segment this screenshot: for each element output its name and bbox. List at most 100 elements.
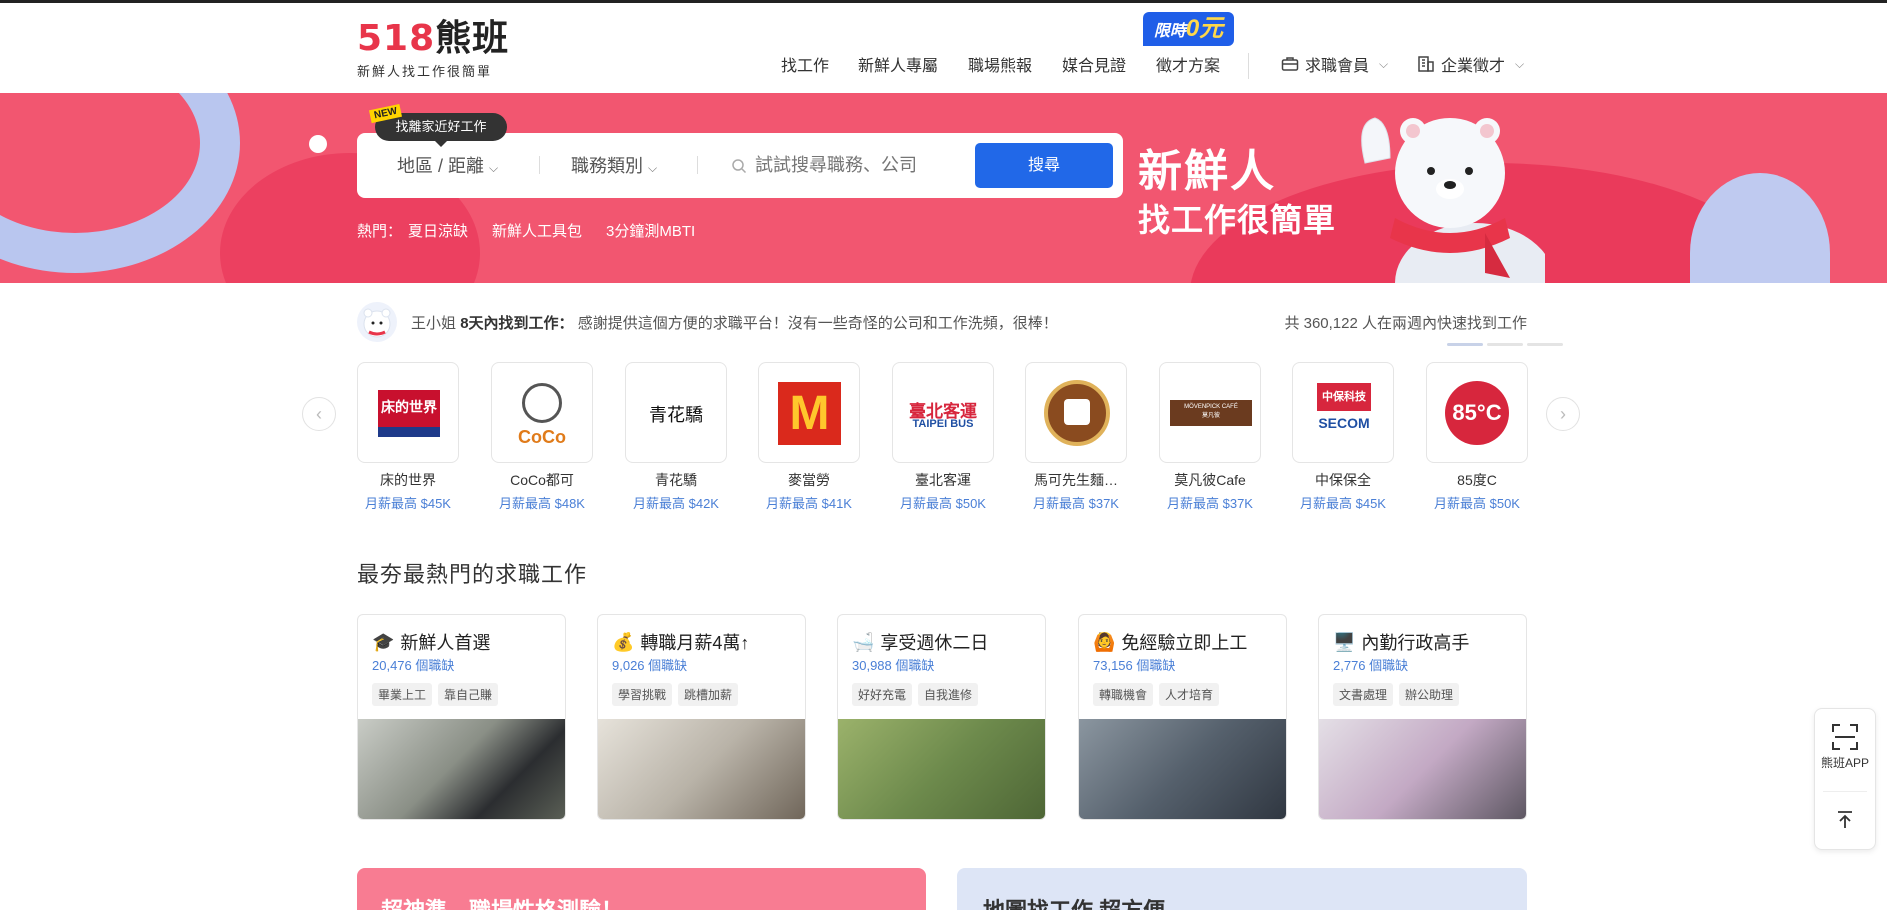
company-card[interactable]: 馬可先生麵… 月薪最高 $37K	[1025, 362, 1127, 512]
chevron-down-icon: ⌵	[1515, 56, 1525, 71]
category-photo	[838, 719, 1045, 819]
company-name: 麥當勞	[788, 472, 830, 488]
category-select[interactable]: 職務類別 ⌵	[571, 152, 657, 178]
category-title: 免經驗立即上工	[1121, 633, 1248, 653]
nav-career-news[interactable]: 職場熊報	[968, 52, 1032, 76]
search-icon	[732, 159, 747, 174]
category-photo	[358, 719, 565, 819]
category-tag[interactable]: 好好充電	[852, 683, 913, 706]
decor-dot	[309, 135, 327, 153]
company-card[interactable]: 中保科技 SECOM 中保保全 月薪最高 $45K	[1292, 362, 1394, 512]
hero-slogan-line2: 找工作很簡單	[1138, 202, 1337, 238]
search-button[interactable]: 搜尋	[975, 143, 1113, 188]
float-divider	[1823, 791, 1867, 792]
company-card[interactable]: 床的世界 床的世界 月薪最高 $45K	[357, 362, 459, 512]
floating-toolbar: 熊班APP	[1814, 708, 1876, 850]
search-divider	[697, 156, 698, 174]
search-input[interactable]	[755, 145, 985, 185]
category-tag[interactable]: 自我進修	[918, 683, 979, 706]
category-count: 2,776 個職缺	[1333, 658, 1409, 673]
company-card[interactable]: 青花驕 青花驕 月薪最高 $42K	[625, 362, 727, 512]
money-bag-icon: 💰	[612, 631, 635, 652]
hot-searches: 熱門： 夏日涼缺 新鮮人工具包 3分鐘測MBTI	[357, 220, 719, 241]
company-name: 臺北客運	[915, 472, 971, 488]
carousel-prev-button[interactable]: ‹	[302, 397, 336, 431]
category-card[interactable]: 🖥️ 內勤行政高手 2,776 個職缺 文書處理 辦公助理	[1318, 614, 1527, 820]
category-tag[interactable]: 人才培育	[1159, 683, 1220, 706]
movenpick-logo-en: MÖVENPICK CAFÉ	[1184, 404, 1238, 410]
company-card[interactable]: CoCo CoCo都可 月薪最高 $48K	[491, 362, 593, 512]
logo-number: 518	[357, 18, 436, 59]
category-title: 享受週休二日	[880, 633, 989, 653]
category-tag[interactable]: 靠自己賺	[438, 683, 499, 706]
testimonial-quote: 感謝提供這個方便的求職平台！沒有一些奇怪的公司和工作洗頻，很棒！	[577, 315, 1058, 332]
search-divider	[539, 156, 540, 174]
header: 518熊班 新鮮人找工作很簡單 找工作 新鮮人專屬 職場熊報 媒合見證 徵才方案…	[0, 3, 1887, 93]
logo[interactable]: 518熊班 新鮮人找工作很簡單	[357, 19, 509, 80]
category-tag[interactable]: 文書處理	[1333, 683, 1394, 706]
hot-link[interactable]: 3分鐘測MBTI	[606, 223, 695, 240]
carousel-next-button[interactable]: ›	[1546, 397, 1580, 431]
category-card[interactable]: 🛁 享受週休二日 30,988 個職缺 好好充電 自我進修	[837, 614, 1046, 820]
company-logo: 床的世界	[357, 362, 459, 463]
qr-scan-icon	[1832, 724, 1858, 750]
category-photo	[1079, 719, 1286, 819]
category-card[interactable]: 💰 轉職月薪4萬↑ 9,026 個職缺 學習挑戰 跳槽加薪	[597, 614, 806, 820]
qinghuajiao-logo-text: 青花驕	[649, 405, 703, 426]
chevron-down-icon: ⌵	[1379, 56, 1389, 71]
back-to-top-button[interactable]	[1834, 809, 1856, 836]
company-salary: 月薪最高 $42K	[633, 496, 719, 511]
company-salary: 月薪最高 $37K	[1033, 496, 1119, 511]
category-tag[interactable]: 學習挑戰	[612, 683, 673, 706]
company-card[interactable]: MÖVENPICK CAFÉ 莫凡彼 莫凡彼Cafe 月薪最高 $37K	[1159, 362, 1261, 512]
logo-name: 熊班	[435, 18, 510, 59]
category-tag[interactable]: 轉職機會	[1093, 683, 1154, 706]
company-name: CoCo都可	[510, 472, 574, 488]
category-tag[interactable]: 跳槽加薪	[678, 683, 739, 706]
company-card[interactable]: 85°C 85度C 月薪最高 $50K	[1426, 362, 1528, 512]
company-name: 85度C	[1457, 472, 1497, 488]
category-card[interactable]: 🎓 新鮮人首選 20,476 個職缺 畢業上工 靠自己賺	[357, 614, 566, 820]
bathtub-icon: 🛁	[852, 631, 875, 652]
chevron-down-icon: ⌵	[489, 161, 499, 175]
company-card[interactable]: M 麥當勞 月薪最高 $41K	[758, 362, 860, 512]
nav-freshman[interactable]: 新鮮人專屬	[858, 52, 938, 76]
category-tag[interactable]: 辦公助理	[1399, 683, 1460, 706]
testimonial-bar: 王小姐 8天內找到工作： 感謝提供這個方便的求職平台！沒有一些奇怪的公司和工作洗…	[357, 302, 1527, 342]
map-search-banner[interactable]: 地圖找工作 超方便	[957, 868, 1527, 910]
company-logo: 青花驕	[625, 362, 727, 463]
app-download-button[interactable]: 熊班APP	[1815, 723, 1875, 771]
category-tag[interactable]: 畢業上工	[372, 683, 433, 706]
carousel-indicator[interactable]	[1447, 343, 1563, 346]
hot-link[interactable]: 新鮮人工具包	[492, 223, 582, 240]
company-logo: 臺北客運 TAIPEI BUS	[892, 362, 994, 463]
personality-test-banner[interactable]: 超神準，職場性格測驗！	[357, 868, 926, 910]
company-salary: 月薪最高 $37K	[1167, 496, 1253, 511]
company-salary: 月薪最高 $41K	[766, 496, 852, 511]
company-card[interactable]: 臺北客運 TAIPEI BUS 臺北客運 月薪最高 $50K	[892, 362, 994, 512]
hot-link[interactable]: 夏日涼缺	[408, 223, 468, 240]
company-name: 莫凡彼Cafe	[1174, 472, 1246, 488]
taipeibus-logo-en: TAIPEI BUS	[912, 418, 974, 430]
member-menu[interactable]: 求職會員 ⌵	[1281, 52, 1388, 76]
testimonial-text: 王小姐 8天內找到工作： 感謝提供這個方便的求職平台！沒有一些奇怪的公司和工作洗…	[411, 312, 1058, 333]
category-title: 新鮮人首選	[400, 633, 491, 653]
employer-menu[interactable]: 企業徵才 ⌵	[1417, 52, 1524, 76]
category-card[interactable]: 🙆 免經驗立即上工 73,156 個職缺 轉職機會 人才培育	[1078, 614, 1287, 820]
person-gesture-icon: 🙆	[1093, 631, 1116, 652]
nav-divider	[1248, 53, 1249, 79]
decor-shape	[1690, 173, 1830, 283]
location-select[interactable]: 地區 / 距離 ⌵	[397, 152, 498, 178]
company-logo: MÖVENPICK CAFÉ 莫凡彼	[1159, 362, 1261, 463]
bear-mascot-illustration	[1361, 117, 1545, 283]
hot-label: 熱門：	[357, 223, 403, 240]
company-name: 中保保全	[1315, 472, 1371, 488]
nav-find-job[interactable]: 找工作	[781, 52, 829, 76]
promo-badge[interactable]: 限時0元	[1143, 12, 1234, 46]
member-label: 求職會員	[1305, 58, 1370, 75]
nav-match-stories[interactable]: 媒合見證	[1062, 52, 1126, 76]
movenpick-logo-cn: 莫凡彼	[1201, 413, 1220, 419]
category-photo	[598, 719, 805, 819]
nav-hiring-plans[interactable]: 徵才方案	[1156, 52, 1220, 76]
graduation-cap-icon: 🎓	[372, 631, 395, 652]
